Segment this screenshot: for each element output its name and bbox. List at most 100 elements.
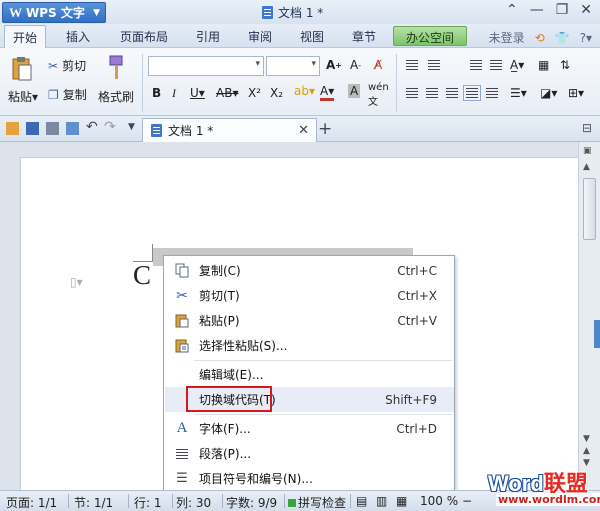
login-link[interactable]: 未登录	[489, 29, 525, 46]
print-icon[interactable]	[46, 122, 59, 135]
tab-review[interactable]: 审阅	[248, 28, 272, 45]
format-painter-icon[interactable]	[106, 54, 126, 82]
redo-icon[interactable]: ↷	[104, 119, 116, 135]
tab-references[interactable]: 引用	[196, 28, 220, 45]
menu-item-copy[interactable]: 复制(C) Ctrl+C	[165, 258, 454, 283]
scroll-thumb[interactable]	[583, 178, 596, 240]
format-painter-button[interactable]: 格式刷	[98, 88, 134, 105]
font-color-icon[interactable]: A▾	[320, 84, 335, 101]
spell-check-button[interactable]: 拼写检查	[288, 494, 346, 511]
tab-office-space[interactable]: 办公空间	[393, 26, 468, 46]
copy-button[interactable]: ❐ 复制	[48, 86, 87, 103]
char-shading-icon[interactable]: A	[348, 84, 361, 98]
chevron-up-icon[interactable]: ⌃	[506, 2, 518, 18]
paragraph-handle-icon[interactable]: ▯▾	[70, 275, 83, 289]
align-right-icon[interactable]	[446, 88, 458, 98]
zoom-level[interactable]: 100 %	[420, 494, 458, 508]
tab-view[interactable]: 视图	[300, 28, 324, 45]
prev-page-icon[interactable]: ▲	[583, 446, 590, 456]
menu-item-edit-field[interactable]: 编辑域(E)...	[165, 362, 454, 387]
table-icon[interactable]: ▦	[538, 58, 549, 72]
sync-icon[interactable]: ⟲	[535, 31, 545, 45]
minimize-icon[interactable]: —	[530, 2, 544, 18]
align-left-icon[interactable]	[406, 88, 418, 98]
scroll-top-icon[interactable]: ▣	[583, 146, 592, 156]
border-icon[interactable]: ⊞▾	[568, 86, 584, 100]
decrease-indent-icon[interactable]	[470, 60, 482, 70]
copy-icon	[171, 263, 193, 278]
strikethrough-icon[interactable]: AB▾	[216, 86, 238, 100]
page-view-icon[interactable]: ▤	[356, 494, 367, 508]
status-word-count[interactable]: 字数: 9/9	[226, 494, 277, 511]
add-tab-icon[interactable]: +	[318, 119, 332, 139]
restore-icon[interactable]: ❐	[556, 2, 569, 18]
menu-item-bullets-numbering[interactable]: ☰ 项目符号和编号(N)...	[165, 466, 454, 491]
distributed-icon[interactable]	[486, 88, 498, 98]
cut-button[interactable]: ✂ 剪切	[48, 57, 86, 74]
web-view-icon[interactable]: ▦	[396, 494, 407, 508]
document-text[interactable]: C	[133, 260, 151, 291]
tab-home[interactable]: 开始	[4, 25, 47, 48]
font-name-combo[interactable]	[148, 56, 264, 76]
status-line[interactable]: 行: 1	[134, 494, 162, 511]
help-icon[interactable]: ?▾	[580, 31, 592, 45]
clear-format-icon[interactable]: A̸	[374, 58, 382, 72]
undo-icon[interactable]: ↶	[86, 119, 98, 135]
copy-icon: ❐	[48, 87, 59, 102]
scroll-down-icon[interactable]: ▼	[583, 434, 590, 444]
app-menu-button[interactable]: W WPS 文字 ▼	[2, 2, 106, 23]
document-icon	[151, 124, 162, 137]
side-panel-tab[interactable]	[594, 320, 600, 348]
highlight-icon[interactable]: ab▾	[294, 84, 315, 98]
print-preview-icon[interactable]	[66, 122, 79, 135]
tab-page-layout[interactable]: 页面布局	[120, 28, 168, 45]
status-page[interactable]: 页面: 1/1	[6, 494, 57, 511]
sort-icon[interactable]: ⇅	[560, 58, 570, 72]
numbering-icon[interactable]	[428, 60, 440, 70]
line-spacing-icon[interactable]: ☰▾	[510, 86, 527, 100]
italic-icon[interactable]: I	[172, 86, 176, 101]
chevron-down-icon[interactable]: ▼	[128, 122, 135, 132]
shrink-font-icon[interactable]: A-	[350, 58, 361, 72]
close-tab-icon[interactable]: ✕	[298, 123, 309, 138]
menu-item-font[interactable]: A 字体(F)... Ctrl+D	[165, 416, 454, 441]
menu-item-cut[interactable]: ✂ 剪切(T) Ctrl+X	[165, 283, 454, 308]
underline-icon[interactable]: U▾	[190, 86, 205, 100]
grow-font-icon[interactable]: A +	[326, 58, 342, 72]
close-icon[interactable]: ✕	[580, 2, 592, 18]
tab-document-1[interactable]: 文档 1 * ✕	[142, 118, 317, 142]
subscript-icon[interactable]: X₂	[270, 86, 283, 100]
menu-item-paste-special[interactable]: 选择性粘贴(S)...	[165, 333, 454, 358]
tab-insert[interactable]: 插入	[66, 28, 90, 45]
text-direction-icon[interactable]: A̲▾	[510, 58, 524, 72]
status-section[interactable]: 节: 1/1	[74, 494, 113, 511]
bold-icon[interactable]: B	[152, 86, 161, 100]
tab-chapter[interactable]: 章节	[352, 28, 376, 45]
justify-icon[interactable]	[463, 85, 481, 101]
context-menu: 复制(C) Ctrl+C ✂ 剪切(T) Ctrl+X 粘贴(P) Ctrl+V…	[163, 255, 455, 493]
save-icon[interactable]	[26, 122, 39, 135]
phonetic-icon[interactable]: wén 文	[368, 82, 389, 108]
paste-large-icon[interactable]	[10, 54, 34, 84]
menu-separator	[194, 360, 452, 361]
superscript-icon[interactable]: X²	[248, 86, 261, 100]
outline-view-icon[interactable]: ▥	[376, 494, 387, 508]
font-size-combo[interactable]	[266, 56, 320, 76]
zoom-out-icon[interactable]: −	[462, 494, 472, 508]
paste-button[interactable]: 粘贴 ▾	[8, 88, 38, 105]
menu-item-paste[interactable]: 粘贴(P) Ctrl+V	[165, 308, 454, 333]
font-icon: A	[176, 420, 188, 436]
scroll-up-icon[interactable]: ▲	[583, 162, 590, 172]
bullets-icon[interactable]	[406, 60, 418, 70]
status-column[interactable]: 列: 30	[176, 494, 211, 511]
align-center-icon[interactable]	[426, 88, 438, 98]
shirt-icon[interactable]: 👕	[555, 31, 570, 45]
title-bar: W WPS 文字 ▼ 文档 1 * ⌃ — ❐ ✕	[0, 0, 600, 24]
shading-icon[interactable]: ◪▾	[540, 86, 557, 100]
tab-menu-icon[interactable]: ⊟	[582, 121, 592, 135]
vertical-scrollbar[interactable]: ▣ ▲ ▼ ▲ ▼	[578, 142, 600, 490]
open-icon[interactable]	[6, 122, 19, 135]
increase-indent-icon[interactable]	[490, 60, 502, 70]
window-title-text: 文档 1 *	[278, 6, 324, 20]
menu-item-paragraph[interactable]: 段落(P)...	[165, 441, 454, 466]
